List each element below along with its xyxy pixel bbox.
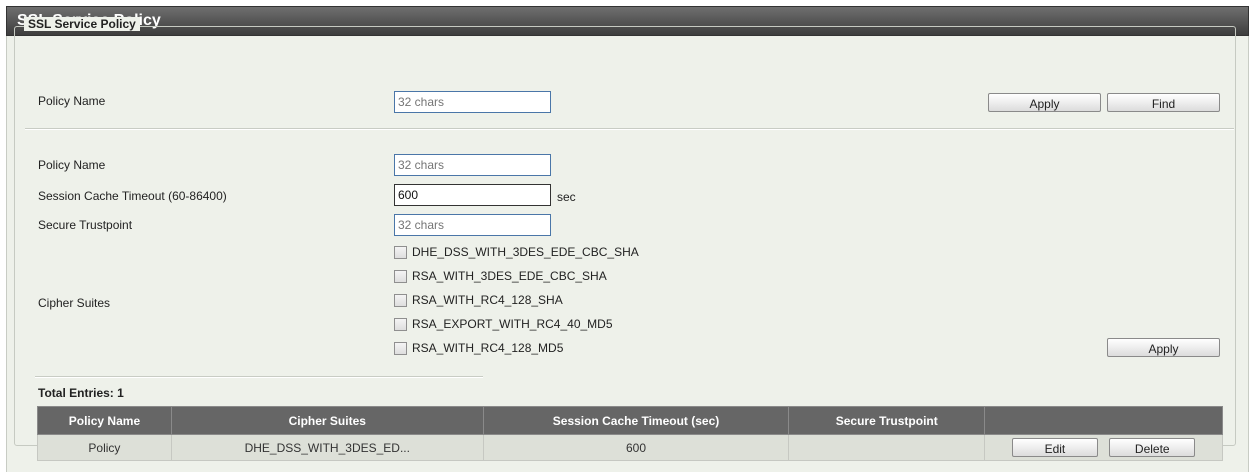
cipher-option[interactable]: RSA_WITH_3DES_EDE_CBC_SHA	[394, 267, 607, 285]
cipher-checkbox[interactable]	[394, 269, 407, 283]
cell-trustpoint	[788, 434, 986, 461]
delete-button[interactable]: Delete	[1109, 438, 1196, 457]
section-legend: SSL Service Policy	[24, 17, 140, 31]
col-header-actions	[984, 406, 1223, 435]
session-timeout-unit: sec	[557, 190, 576, 204]
cipher-checkbox[interactable]	[394, 245, 407, 259]
session-timeout-label: Session Cache Timeout (60-86400)	[38, 189, 227, 203]
find-button[interactable]: Find	[1107, 93, 1220, 112]
config-apply-button[interactable]: Apply	[1107, 338, 1220, 357]
find-policy-name-input[interactable]	[394, 91, 551, 113]
table-header-row: Policy Name Cipher Suites Session Cache …	[37, 406, 1223, 435]
cipher-suites-label: Cipher Suites	[38, 296, 111, 310]
policy-name-label: Policy Name	[38, 158, 106, 172]
table-row: Policy DHE_DSS_WITH_3DES_ED... 600 Edit …	[37, 434, 1223, 461]
policy-name-input[interactable]	[394, 154, 551, 176]
cipher-option[interactable]: RSA_WITH_RC4_128_MD5	[394, 339, 563, 357]
trustpoint-input[interactable]	[394, 214, 551, 236]
cipher-option-label: DHE_DSS_WITH_3DES_EDE_CBC_SHA	[412, 245, 639, 259]
total-divider	[35, 376, 483, 378]
cipher-checkbox[interactable]	[394, 341, 407, 355]
session-timeout-input[interactable]	[394, 184, 551, 206]
policy-table: Policy Name Cipher Suites Session Cache …	[37, 406, 1223, 461]
cipher-option-label: RSA_EXPORT_WITH_RC4_40_MD5	[412, 317, 613, 331]
col-header-session-timeout: Session Cache Timeout (sec)	[482, 406, 790, 435]
find-policy-name-label: Policy Name	[38, 94, 106, 108]
cipher-option-label: RSA_WITH_RC4_128_SHA	[412, 293, 563, 307]
cipher-option-label: RSA_WITH_3DES_EDE_CBC_SHA	[412, 269, 607, 283]
cipher-option[interactable]: RSA_EXPORT_WITH_RC4_40_MD5	[394, 315, 613, 333]
trustpoint-label: Secure Trustpoint	[38, 218, 133, 232]
col-header-policy-name: Policy Name	[37, 406, 172, 435]
cipher-checkbox[interactable]	[394, 293, 407, 307]
total-entries: Total Entries: 1	[38, 386, 124, 400]
edit-button[interactable]: Edit	[1011, 438, 1098, 457]
cell-cipher-suites: DHE_DSS_WITH_3DES_ED...	[170, 434, 484, 461]
cipher-option-label: RSA_WITH_RC4_128_MD5	[412, 341, 564, 355]
cell-actions: Edit Delete	[984, 434, 1223, 461]
section-divider	[25, 128, 1234, 130]
cipher-option[interactable]: RSA_WITH_RC4_128_SHA	[394, 291, 563, 309]
col-header-cipher-suites: Cipher Suites	[170, 406, 484, 435]
ssl-policy-fieldset	[14, 26, 1236, 446]
cipher-checkbox[interactable]	[394, 317, 407, 331]
cipher-option[interactable]: DHE_DSS_WITH_3DES_EDE_CBC_SHA	[394, 243, 639, 261]
col-header-trustpoint: Secure Trustpoint	[788, 406, 986, 435]
find-apply-button[interactable]: Apply	[988, 93, 1101, 112]
cell-session-timeout: 600	[482, 434, 790, 461]
cell-policy-name: Policy	[37, 434, 172, 461]
